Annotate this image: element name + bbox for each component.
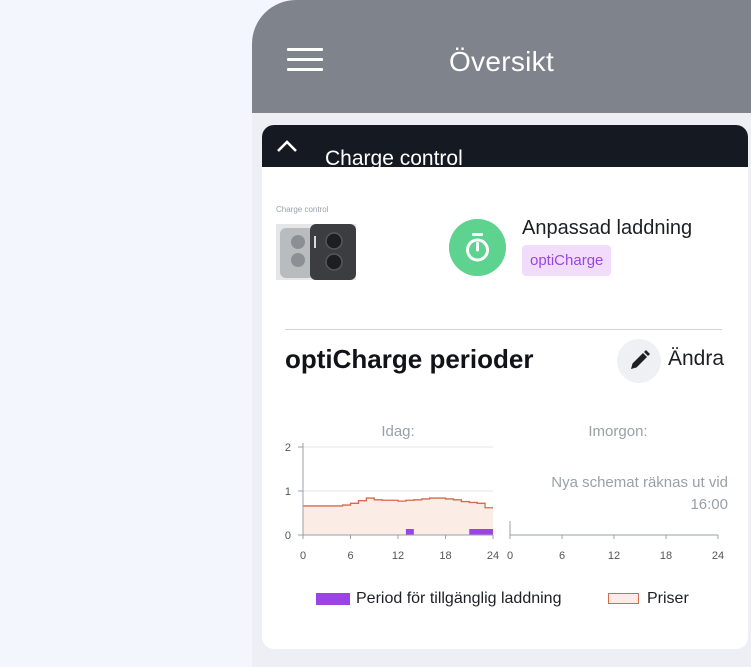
legend-label-charging: Period för tillgänglig laddning [356, 590, 562, 607]
charging-period-bar [405, 529, 414, 535]
x-tick-label-tomorrow: 0 [507, 550, 513, 562]
x-tick-label: 6 [347, 550, 353, 562]
app-screen: Översikt Charge control Charge control A… [252, 0, 751, 667]
tomorrow-message-line1: Nya schemat räknas ut vid [551, 474, 728, 491]
chart-legend: Period för tillgänglig laddning Priser [316, 589, 736, 609]
y-tick-label: 1 [285, 486, 291, 498]
x-tick-label: 12 [392, 550, 404, 562]
legend-swatch-charging [316, 593, 350, 605]
chart-title-today: Idag: [381, 423, 414, 440]
app-bar: Översikt [252, 0, 751, 113]
x-tick-label: 0 [300, 550, 306, 562]
y-tick-label: 2 [285, 442, 291, 454]
y-tick-label: 0 [285, 530, 291, 542]
x-tick-label: 24 [487, 550, 499, 562]
x-tick-label-tomorrow: 18 [660, 550, 672, 562]
optiCharge-charts: Idag:0120 6 12 18 24Imorgon:0 6 12 18 24Nya sche… [285, 423, 728, 562]
x-tick-label: 18 [439, 550, 451, 562]
price-area [303, 498, 493, 535]
charge-control-card: Charge control Charge control Anpassad l… [262, 125, 748, 649]
tomorrow-message-line2: 16:00 [690, 496, 728, 513]
x-tick-label-tomorrow: 24 [712, 550, 724, 562]
chart-title-tomorrow: Imorgon: [588, 423, 647, 440]
x-tick-label-tomorrow: 12 [608, 550, 620, 562]
page-title: Översikt [448, 46, 555, 77]
x-tick-label-tomorrow: 6 [559, 550, 565, 562]
legend-swatch-prices [608, 593, 639, 604]
charging-period-bar [469, 529, 493, 535]
legend-label-prices: Priser [647, 590, 689, 607]
